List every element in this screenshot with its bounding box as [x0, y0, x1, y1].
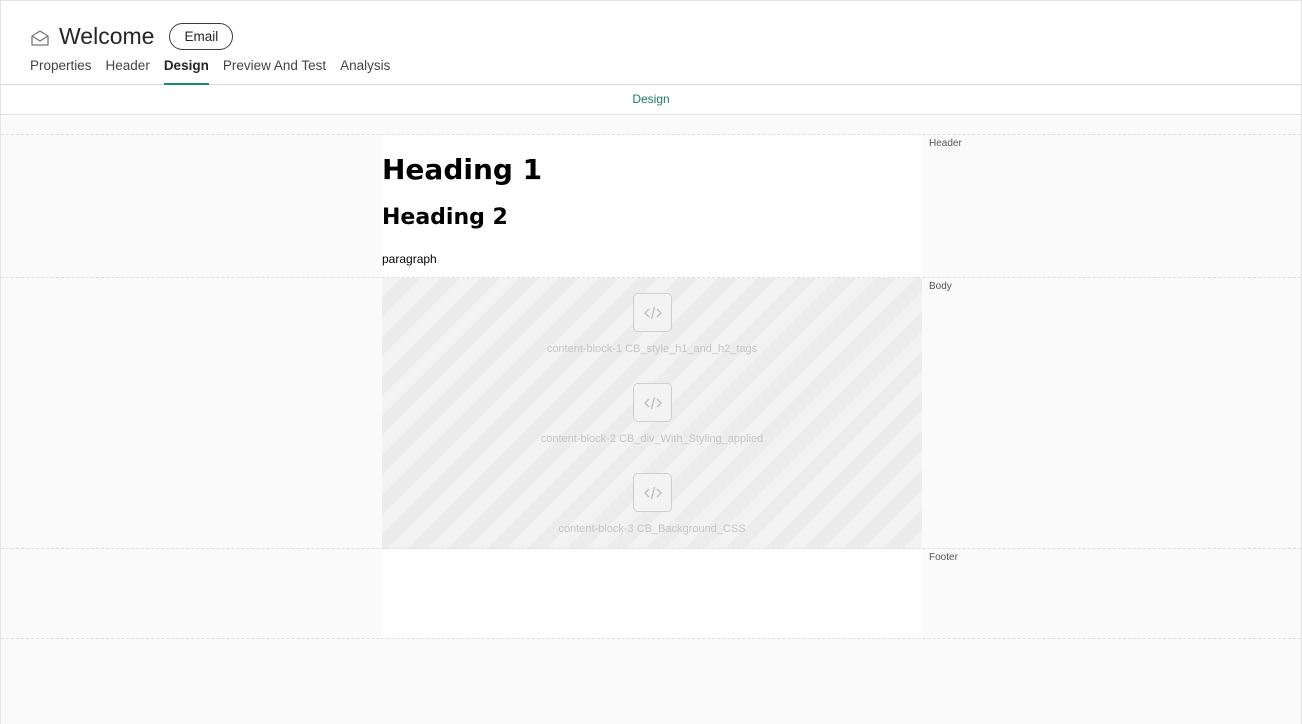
email-type-badge: Email — [169, 22, 234, 50]
body-section[interactable]: content-block-1 CB_style_h1_and_h2_tags … — [1, 277, 1301, 549]
header-section[interactable]: Heading 1 Heading 2 paragraph Header — [1, 134, 1301, 278]
content-block-label: content-block-3 CB_Background_CSS — [558, 523, 746, 535]
content-block-1[interactable]: content-block-1 CB_style_h1_and_h2_tags — [382, 278, 922, 368]
code-icon — [633, 473, 672, 512]
paragraph-text: paragraph — [382, 252, 437, 266]
code-icon — [633, 293, 672, 332]
tab-header[interactable]: Header — [106, 58, 150, 85]
content-block-2[interactable]: content-block-2 CB_div_With_Styling_appl… — [382, 368, 922, 458]
header-section-label: Header — [929, 138, 962, 149]
tab-design[interactable]: Design — [163, 58, 209, 85]
email-editor-app: Welcome Email Properties Header Design P… — [0, 0, 1302, 724]
tab-properties[interactable]: Properties — [30, 58, 92, 85]
content-block-3[interactable]: content-block-3 CB_Background_CSS — [382, 458, 922, 548]
top-bar: Welcome Email Properties Header Design P… — [1, 1, 1301, 85]
content-block-label: content-block-2 CB_div_With_Styling_appl… — [540, 433, 764, 445]
body-section-label: Body — [929, 281, 952, 292]
code-icon — [633, 383, 672, 422]
design-subbar-label[interactable]: Design — [632, 92, 669, 106]
design-subbar: Design — [1, 86, 1301, 115]
tab-preview-and-test[interactable]: Preview And Test — [223, 58, 326, 85]
footer-section[interactable]: Footer — [1, 548, 1301, 639]
footer-section-label: Footer — [929, 552, 958, 563]
title-row: Welcome Email — [30, 22, 234, 50]
footer-canvas[interactable] — [382, 549, 922, 638]
tab-bar: Properties Header Design Preview And Tes… — [30, 58, 404, 85]
heading-1: Heading 1 — [382, 153, 543, 186]
body-canvas[interactable]: content-block-1 CB_style_h1_and_h2_tags … — [382, 278, 922, 549]
page-title: Welcome — [59, 23, 155, 49]
content-block-label: content-block-1 CB_style_h1_and_h2_tags — [546, 343, 758, 355]
heading-2: Heading 2 — [382, 205, 508, 230]
envelope-open-icon — [30, 28, 50, 48]
header-canvas[interactable]: Heading 1 Heading 2 paragraph — [382, 135, 922, 278]
tab-analysis[interactable]: Analysis — [340, 58, 390, 85]
